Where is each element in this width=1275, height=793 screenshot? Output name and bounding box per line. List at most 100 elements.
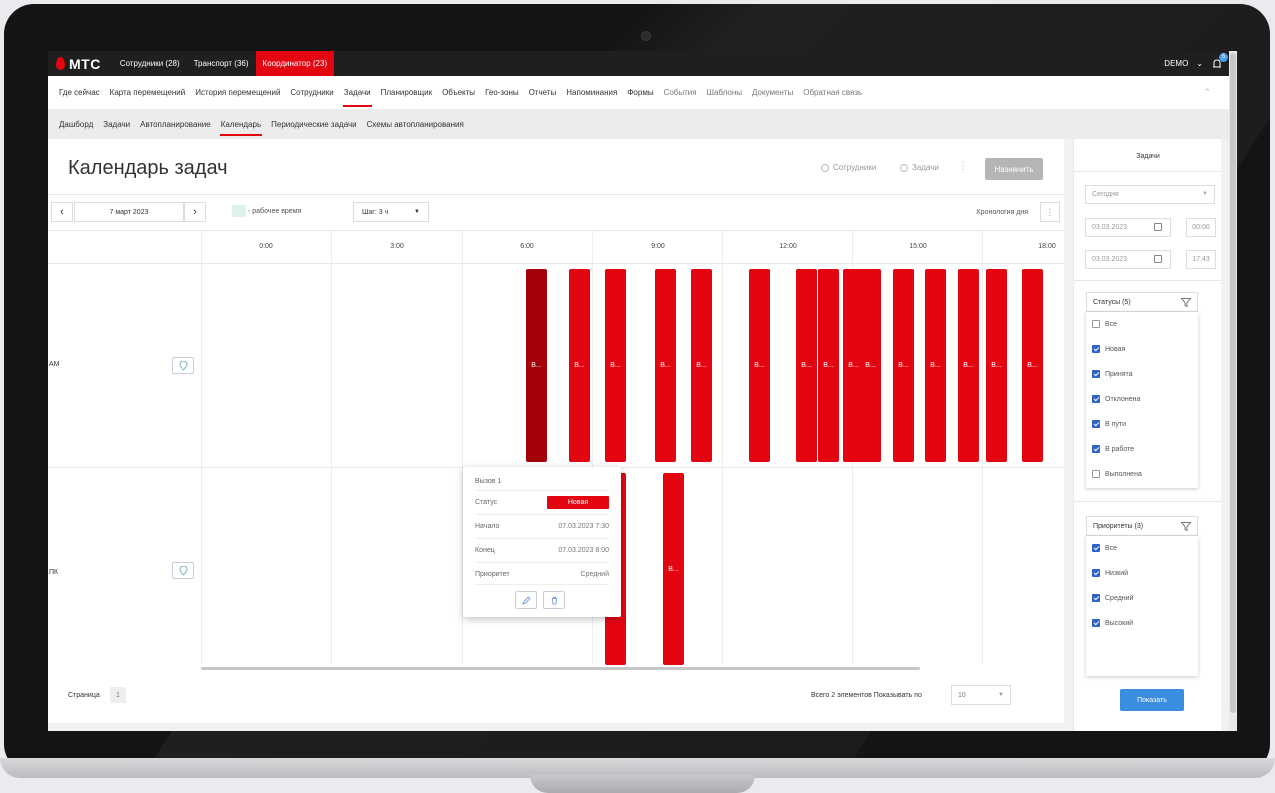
task-block[interactable]: В... bbox=[958, 269, 979, 462]
edit-task-button[interactable] bbox=[515, 591, 537, 609]
timeline-scrollbar[interactable] bbox=[201, 667, 920, 670]
top-tab-transport[interactable]: Транспорт (36) bbox=[187, 51, 256, 76]
nav-movement-history[interactable]: История перемещений bbox=[190, 76, 285, 109]
nav-reports[interactable]: Отчеты bbox=[524, 76, 562, 109]
top-tab-coordinator[interactable]: Координатор (23) bbox=[255, 51, 335, 76]
task-block[interactable]: В... bbox=[818, 269, 839, 462]
scrollbar-thumb[interactable] bbox=[1230, 53, 1236, 713]
subnav-tasks[interactable]: Задачи bbox=[98, 109, 135, 139]
checkbox[interactable] bbox=[1092, 445, 1100, 453]
checkbox[interactable] bbox=[1092, 544, 1100, 552]
date-from-field[interactable]: 03.03.2023 bbox=[1085, 218, 1171, 237]
radio-tasks[interactable]: Задачи bbox=[900, 163, 939, 172]
status-option-rejected[interactable]: Отклонена bbox=[1092, 395, 1140, 403]
nav-planner[interactable]: Планировщик bbox=[376, 76, 437, 109]
assign-button[interactable]: Назначить bbox=[985, 158, 1043, 180]
page-number-button[interactable]: 1 bbox=[110, 687, 126, 703]
nav-documents[interactable]: Документы bbox=[747, 76, 798, 109]
status-option-done[interactable]: Выполнена bbox=[1092, 470, 1142, 478]
checkbox[interactable] bbox=[1092, 420, 1100, 428]
statuses-filter[interactable]: Статусы (5) bbox=[1086, 292, 1198, 312]
nav-geozones[interactable]: Гео-зоны bbox=[480, 76, 524, 109]
priority-option-all[interactable]: Все bbox=[1092, 544, 1117, 552]
checkbox[interactable] bbox=[1092, 569, 1100, 577]
per-page-select[interactable]: 10 ▼ bbox=[951, 685, 1011, 705]
subnav-periodic-tasks[interactable]: Периодические задачи bbox=[266, 109, 361, 139]
priority-option-high[interactable]: Высокий bbox=[1092, 619, 1133, 627]
nav-feedback[interactable]: Обратная связь bbox=[798, 76, 867, 109]
nav-events[interactable]: События bbox=[659, 76, 702, 109]
task-block[interactable]: В... bbox=[691, 269, 712, 462]
more-options-icon[interactable]: ⋮ bbox=[958, 161, 968, 172]
task-block-selected[interactable]: В... bbox=[526, 269, 547, 462]
locate-employee-button[interactable] bbox=[172, 562, 194, 579]
brand-logo[interactable]: МТС bbox=[48, 56, 113, 72]
task-block[interactable]: В... bbox=[569, 269, 590, 462]
status-option-all[interactable]: Все bbox=[1092, 320, 1117, 328]
nav-forms[interactable]: Формы bbox=[622, 76, 658, 109]
date-picker[interactable]: 7 март 2023 bbox=[74, 202, 184, 222]
time-from-field[interactable]: 00:00 bbox=[1186, 218, 1216, 237]
status-option-accepted[interactable]: Принята bbox=[1092, 370, 1133, 378]
status-option-on-way[interactable]: В пути bbox=[1092, 420, 1126, 428]
notifications-button[interactable]: 5 bbox=[1211, 52, 1228, 70]
nav-where-now[interactable]: Где сейчас bbox=[54, 76, 105, 109]
user-menu[interactable]: DEMO bbox=[1164, 59, 1188, 68]
checkbox[interactable] bbox=[1092, 470, 1100, 478]
step-select[interactable]: Шаг: 3 ч ▼ bbox=[353, 202, 429, 222]
time-to-field[interactable]: 17:43 bbox=[1186, 250, 1216, 269]
checkbox[interactable] bbox=[1092, 395, 1100, 403]
subnav-autoplanning[interactable]: Автопланирование bbox=[135, 109, 216, 139]
start-value: 07.03.2023 7:30 bbox=[558, 523, 609, 530]
checkbox[interactable] bbox=[1092, 345, 1100, 353]
task-block[interactable]: В... bbox=[605, 269, 626, 462]
work-time-legend: - рабочее время bbox=[248, 208, 302, 215]
nav-reminders[interactable]: Напоминания bbox=[561, 76, 622, 109]
priorities-filter[interactable]: Приоритеты (3) bbox=[1086, 516, 1198, 536]
nav-movement-map[interactable]: Карта перемещений bbox=[105, 76, 191, 109]
task-block[interactable]: В... bbox=[893, 269, 914, 462]
date-to-field[interactable]: 03.03.2023 bbox=[1085, 250, 1171, 269]
collapse-nav-icon[interactable]: ⌃ bbox=[1203, 87, 1211, 98]
row-label-am: AM bbox=[49, 361, 60, 368]
chronology-menu-button[interactable]: ⋮ bbox=[1040, 202, 1060, 222]
checkbox[interactable] bbox=[1092, 370, 1100, 378]
next-day-button[interactable]: › bbox=[184, 202, 206, 222]
locate-employee-button[interactable] bbox=[172, 357, 194, 374]
task-block[interactable]: В... bbox=[925, 269, 946, 462]
show-button[interactable]: Показать bbox=[1120, 689, 1184, 711]
task-block[interactable]: В... bbox=[796, 269, 817, 462]
subnav-calendar[interactable]: Календарь bbox=[216, 109, 266, 139]
task-block[interactable]: В... bbox=[986, 269, 1007, 462]
task-block[interactable]: В... bbox=[860, 269, 881, 462]
app-screen: МТС Сотрудники (28) Транспорт (36) Коорд… bbox=[48, 51, 1237, 731]
priority-option-medium[interactable]: Средний bbox=[1092, 594, 1133, 602]
page-scrollbar[interactable] bbox=[1229, 51, 1237, 731]
calendar-toolbar: ‹ 7 март 2023 › - рабочее время Шаг: 3 ч… bbox=[48, 194, 1064, 231]
status-option-new[interactable]: Новая bbox=[1092, 345, 1125, 353]
task-block[interactable]: В... bbox=[655, 269, 676, 462]
nav-tasks[interactable]: Задачи bbox=[339, 76, 376, 109]
top-tab-employees[interactable]: Сотрудники (28) bbox=[113, 51, 187, 76]
chevron-down-icon[interactable]: ⌄ bbox=[1196, 59, 1203, 68]
checkbox[interactable] bbox=[1092, 594, 1100, 602]
nav-employees[interactable]: Сотрудники bbox=[285, 76, 338, 109]
task-block[interactable]: В... bbox=[1022, 269, 1043, 462]
checkbox[interactable] bbox=[1092, 619, 1100, 627]
hour-label: 18:00 bbox=[1038, 243, 1056, 250]
checkbox[interactable] bbox=[1092, 320, 1100, 328]
radio-employees[interactable]: Сотрудники bbox=[821, 163, 876, 172]
delete-task-button[interactable] bbox=[543, 591, 565, 609]
task-block[interactable]: В... bbox=[749, 269, 770, 462]
prev-day-button[interactable]: ‹ bbox=[51, 202, 73, 222]
period-select[interactable]: Сегодня ▼ bbox=[1085, 185, 1215, 204]
priority-option-low[interactable]: Низкий bbox=[1092, 569, 1128, 577]
nav-templates[interactable]: Шаблоны bbox=[702, 76, 747, 109]
status-option-in-progress[interactable]: В работе bbox=[1092, 445, 1134, 453]
nav-objects[interactable]: Объекты bbox=[437, 76, 480, 109]
subnav-dashboard[interactable]: Дашборд bbox=[54, 109, 98, 139]
task-block[interactable]: В... bbox=[663, 473, 684, 665]
subnav-autoplanning-schemes[interactable]: Схемы автопланирования bbox=[362, 109, 469, 139]
calendar-icon bbox=[1154, 223, 1162, 231]
hour-label: 0:00 bbox=[259, 243, 273, 250]
